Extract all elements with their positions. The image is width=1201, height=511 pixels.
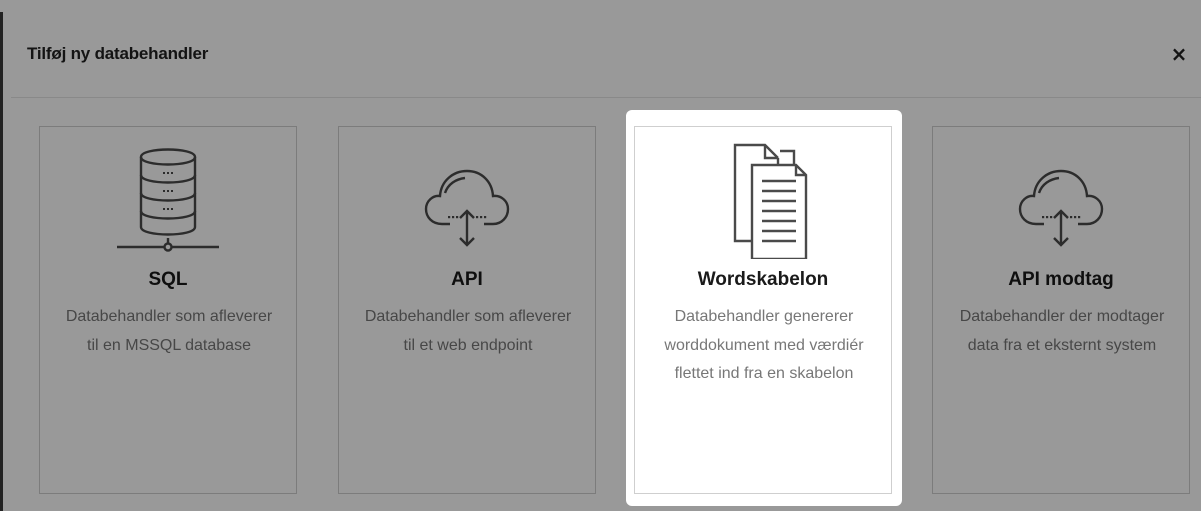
database-server-icon xyxy=(117,148,219,252)
card-description: Databehandler der modtager data fra et e… xyxy=(959,308,1165,354)
close-button[interactable]: × xyxy=(1169,42,1189,66)
add-data-processor-dialog: Tilføj ny databehandler × SQL Databehand… xyxy=(11,12,1201,511)
cloud-download-icon xyxy=(1018,169,1104,247)
page: Tilføj ny databehandler × SQL Databehand… xyxy=(0,0,1201,511)
highlight-spotlight: Wordskabelon Databehandler genererer wor… xyxy=(626,110,902,506)
card-title: Wordskabelon xyxy=(697,269,829,290)
card-title: API modtag xyxy=(1008,269,1114,290)
card-api[interactable]: API Databehandler som afleverer til et w… xyxy=(338,126,596,494)
card-sql[interactable]: SQL Databehandler som afleverer til en M… xyxy=(39,126,297,494)
card-wordskabelon[interactable]: Wordskabelon Databehandler genererer wor… xyxy=(634,126,892,494)
backdrop-edge xyxy=(0,12,3,511)
card-description: Databehandler som afleverer til en MSSQL… xyxy=(65,308,273,354)
modal-title: Tilføj ny databehandler xyxy=(27,44,209,63)
card-api-modtag[interactable]: API modtag Databehandler der modtager da… xyxy=(932,126,1190,494)
card-description: Databehandler genererer worddokument med… xyxy=(664,308,864,382)
card-title: API xyxy=(451,269,483,290)
modal-header: Tilføj ny databehandler × xyxy=(11,12,1201,98)
cloud-upload-icon xyxy=(424,169,510,247)
card-title: SQL xyxy=(148,269,188,290)
documents-icon xyxy=(733,143,808,259)
card-description: Databehandler som afleverer til et web e… xyxy=(364,308,572,354)
